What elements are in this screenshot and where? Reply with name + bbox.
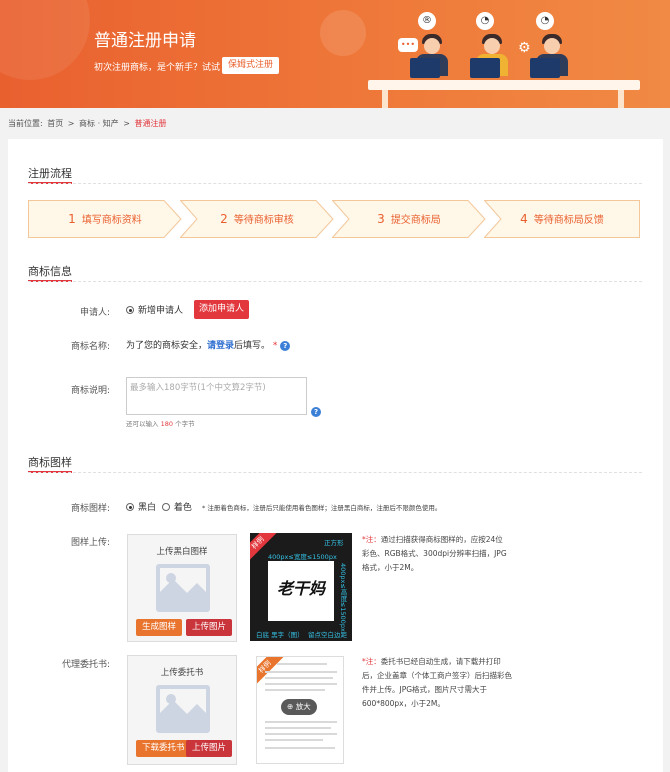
- add-applicant-button[interactable]: 添加申请人: [194, 300, 250, 319]
- decor-blob: [320, 10, 366, 56]
- step-1: 1 填写商标资料: [28, 200, 182, 238]
- form-card: 注册流程 1 填写商标资料 2 等待商标审核 3 提交商标局 4 等待商标局反馈 商标信…: [8, 139, 663, 772]
- breadcrumb-trademark[interactable]: 商标 · 知产: [79, 119, 119, 128]
- agent-figure: [408, 34, 456, 84]
- color-radio[interactable]: [161, 503, 170, 511]
- zoom-icon: ⊕: [287, 702, 294, 711]
- proxy-label: 代理委托书:: [61, 660, 110, 670]
- page-title: 普通注册申请: [94, 31, 196, 51]
- header-banner: 普通注册申请 初次注册商标，是个新手？试试 保姆式注册 ® ◔ ◔ ••• ⚙: [0, 0, 670, 108]
- breadcrumb: 当前位置: 首页 > 商标 · 知产 > 普通注册: [8, 118, 168, 129]
- help-icon[interactable]: ?: [311, 407, 321, 417]
- section-title-flow: 注册流程: [28, 167, 72, 180]
- clock-icon: ◔: [476, 12, 494, 30]
- download-proxy-button[interactable]: 下载委托书: [136, 740, 191, 757]
- step-3: 3 提交商标局: [332, 200, 486, 238]
- registration-steps: 1 填写商标资料 2 等待商标审核 3 提交商标局 4 等待商标局反馈: [28, 200, 640, 238]
- pattern-type-label: 商标图样:: [70, 504, 110, 514]
- trademark-name-field: 为了您的商标安全，请登录后填写。 * ?: [126, 338, 291, 351]
- section-title-pattern: 商标图样: [28, 456, 72, 469]
- proxy-upload-box[interactable]: 上传委托书 下载委托书 上传图片: [127, 655, 237, 765]
- proxy-sample-image[interactable]: 样例 ⊕ 放大: [256, 656, 344, 764]
- pattern-type-field: 黑白 着色: [126, 500, 192, 513]
- image-placeholder-icon: [156, 564, 210, 612]
- help-icon[interactable]: ?: [280, 341, 291, 351]
- applicant-field: 新增申请人: [126, 303, 183, 316]
- pattern-upload-label: 图样上传:: [70, 538, 110, 548]
- step-4: 4 等待商标局反馈: [484, 200, 640, 238]
- trademark-name-label: 商标名称:: [70, 342, 110, 352]
- breadcrumb-separator: >: [67, 119, 75, 128]
- breadcrumb-separator: >: [123, 119, 130, 128]
- breadcrumb-home[interactable]: 首页: [47, 119, 63, 128]
- step-2: 2 等待商标审核: [180, 200, 334, 238]
- guided-register-button[interactable]: 保姆式注册: [222, 57, 280, 74]
- desc-char-hint: 还可以输入 180 个字节: [126, 420, 195, 428]
- pattern-upload-note: *注：通过扫描获得商标图样的，应按24位彩色、RGB格式、300dpi分辨率扫描…: [362, 535, 507, 572]
- bw-radio[interactable]: [126, 503, 134, 511]
- pattern-sample-image[interactable]: 样例 正方形 400px≤宽度≤1500px 老干妈 400px≤高度≤1500…: [250, 533, 352, 641]
- upload-proxy-button[interactable]: 上传图片: [186, 740, 233, 757]
- generate-pattern-button[interactable]: 生成图样: [136, 619, 183, 636]
- pattern-upload-box[interactable]: 上传黑白图样 生成图样 上传图片: [127, 534, 237, 642]
- section-title-info: 商标信息: [28, 265, 72, 278]
- upload-pattern-button[interactable]: 上传图片: [186, 619, 233, 636]
- desk: [368, 80, 640, 90]
- agent-figure: [468, 34, 516, 84]
- proxy-note: *注：委托书已经自动生成，请下载并打印后，企业盖章（个体工商户签字）后扫描彩色件…: [362, 657, 512, 708]
- required-mark: *: [272, 341, 278, 351]
- decor-blob: [0, 0, 90, 80]
- zoom-button[interactable]: ⊕ 放大: [281, 699, 317, 715]
- trademark-desc-label: 商标说明:: [70, 386, 110, 396]
- clock-icon: ◔: [536, 12, 554, 30]
- breadcrumb-current: 普通注册: [134, 119, 167, 128]
- pattern-type-note: * 注册着色商标，注册后只能使用着色图样；注册黑白商标，注册后不限颜色使用。: [202, 504, 442, 512]
- agent-figure: [528, 34, 576, 84]
- registered-icon: ®: [418, 12, 436, 30]
- banner-subtitle: 初次注册商标，是个新手？试试: [94, 63, 221, 73]
- new-applicant-radio[interactable]: [126, 306, 134, 314]
- login-link[interactable]: 请登录: [207, 341, 234, 351]
- breadcrumb-prefix: 当前位置:: [8, 119, 43, 128]
- new-applicant-label: 新增申请人: [138, 306, 184, 316]
- image-placeholder-icon: [156, 685, 210, 733]
- customer-service-illustration: ® ◔ ◔ ••• ⚙: [368, 8, 640, 108]
- applicant-label: 申请人:: [79, 308, 110, 318]
- trademark-desc-input[interactable]: [126, 377, 307, 415]
